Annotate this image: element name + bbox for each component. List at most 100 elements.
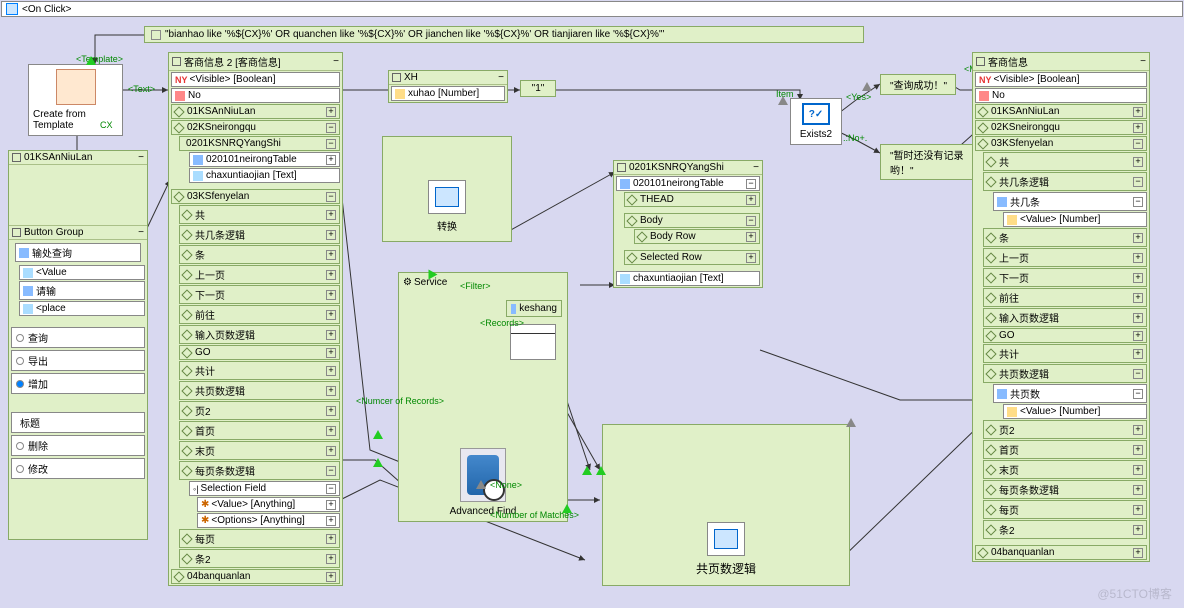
gyeshu-box[interactable]: 共页数逻辑 [602, 424, 850, 586]
tri-6 [582, 466, 592, 475]
ys-chaxun[interactable]: chaxuntiaojian [Text] [616, 271, 760, 286]
pr-fenye[interactable]: 03KSfenyelan− [975, 136, 1147, 151]
p2-table[interactable]: 020101neirongTable+ [189, 152, 340, 167]
p2-i4[interactable]: 下一页+ [179, 285, 340, 304]
pr-r5[interactable]: GO+ [983, 328, 1147, 343]
port-cx: CX [100, 120, 113, 130]
tri-9 [778, 96, 788, 105]
p2-i7[interactable]: GO+ [179, 345, 340, 360]
p2-i10[interactable]: 页2+ [179, 401, 340, 420]
p2-selopt[interactable]: ✱<Options> [Anything]+ [197, 513, 340, 528]
port-tri [86, 56, 96, 65]
pr-ksnei[interactable]: 02KSneirongqu+ [975, 120, 1147, 135]
xh-one: "1" [520, 80, 556, 97]
port-filter: <Filter> [460, 281, 491, 291]
p2-header: 客商信息 2 [客商信息]− [169, 53, 342, 71]
tri-1 [429, 270, 438, 280]
zhuanhuan-box[interactable]: 转换 [382, 136, 512, 242]
formula-text: "bianhao like '%${CX}%' OR quanchen like… [165, 29, 664, 40]
tri-5 [562, 504, 572, 513]
p2-ksan[interactable]: 01KSAnNiuLan+ [171, 104, 340, 119]
exists2-node[interactable]: ?✓ Exists2 [790, 98, 842, 145]
pr-gjt-val[interactable]: <Value> [Number] [1003, 212, 1147, 227]
pr-r1[interactable]: 上一页+ [983, 248, 1147, 267]
p2-t0[interactable]: 每页+ [179, 529, 340, 548]
pr-gys-logic[interactable]: 共页数逻辑− [983, 364, 1147, 383]
p2-i13[interactable]: 每页条数逻辑− [179, 461, 340, 480]
p2-i2[interactable]: 条+ [179, 245, 340, 264]
button-group-panel: 01KSAnNiuLan− Button Group− 输处查询 <Value … [8, 150, 148, 540]
watermark: @51CTO博客 [1097, 585, 1172, 602]
port-numrec: <Numcer of Records> [356, 396, 444, 406]
pr-visible[interactable]: NY<Visible> [Boolean] [975, 72, 1147, 87]
pr-r2[interactable]: 下一页+ [983, 268, 1147, 287]
pr-s3[interactable]: 每页条数逻辑+ [983, 480, 1147, 499]
msg-success: "查询成功！" [880, 74, 956, 95]
p2-i1[interactable]: 共几条逻辑+ [179, 225, 340, 244]
pr-s2[interactable]: 末页+ [983, 460, 1147, 479]
pr-no[interactable]: No [975, 88, 1147, 103]
p2-i9[interactable]: 共页数逻辑+ [179, 381, 340, 400]
bg-section: Button Group− [9, 225, 147, 240]
exists2-label: Exists2 [800, 129, 832, 140]
bg-sub-2[interactable]: <place [19, 301, 145, 316]
tri-8 [846, 418, 856, 427]
p2-visible[interactable]: NY<Visible> [Boolean] [171, 72, 340, 87]
pr-ksan[interactable]: 01KSAnNiuLan+ [975, 104, 1147, 119]
bg-sub-1[interactable]: 请输 [19, 281, 145, 300]
pr-gjt-logic[interactable]: 共几条逻辑− [983, 172, 1147, 191]
pr-ban[interactable]: 04banquanlan+ [975, 545, 1147, 560]
pr-s1[interactable]: 首页+ [983, 440, 1147, 459]
window-title: <On Click> [22, 4, 71, 15]
p2-i0[interactable]: 共+ [179, 205, 340, 224]
pr-r6[interactable]: 共计+ [983, 344, 1147, 363]
p2-fenye[interactable]: 03KSfenyelan− [171, 189, 340, 204]
p2-i8[interactable]: 共计+ [179, 361, 340, 380]
pr-s0[interactable]: 页2+ [983, 420, 1147, 439]
bg-sub-0[interactable]: <Value [19, 265, 145, 280]
p2-ban[interactable]: 04banquanlan+ [171, 569, 340, 584]
bg-foot-1[interactable]: 删除 [11, 435, 145, 456]
ys-bodyrow[interactable]: Body Row+ [634, 229, 760, 244]
p2-i12[interactable]: 末页+ [179, 441, 340, 460]
pr-gong[interactable]: 共+ [983, 152, 1147, 171]
bg-foot-2[interactable]: 修改 [11, 458, 145, 479]
xh-title: XH [404, 72, 418, 83]
p2-selfield[interactable]: ◦|Selection Field− [189, 481, 340, 496]
pr-gys-val[interactable]: <Value> [Number] [1003, 404, 1147, 419]
p2-yangshi[interactable]: 0201KSNRQYangShi− [179, 136, 340, 151]
tri-3 [373, 458, 383, 467]
p2-selval[interactable]: ✱<Value> [Anything]+ [197, 497, 340, 512]
p2-chaxun[interactable]: chaxuntiaojian [Text] [189, 168, 340, 183]
p2-i11[interactable]: 首页+ [179, 421, 340, 440]
p2-t1[interactable]: 条2+ [179, 549, 340, 568]
bg-shucha[interactable]: 输处查询 [15, 243, 141, 262]
gyeshu-icon [714, 529, 738, 549]
p2-i5[interactable]: 前往+ [179, 305, 340, 324]
event-icon [6, 3, 18, 15]
p2-no[interactable]: No [171, 88, 340, 103]
bg-radio-0[interactable]: 查询 [11, 327, 145, 348]
pr-gys[interactable]: 共页数− [993, 384, 1147, 403]
pr-r3[interactable]: 前往+ [983, 288, 1147, 307]
window-title-bar: <On Click> [1, 1, 1183, 17]
bg-radio-1[interactable]: 导出 [11, 350, 145, 371]
ys-body[interactable]: Body− [624, 213, 760, 228]
bg-foot-0[interactable]: 标题 [11, 412, 145, 433]
zhuanhuan-label: 转换 [437, 218, 457, 233]
keshang-box: keshang [506, 300, 562, 317]
pr-r0[interactable]: 条+ [983, 228, 1147, 247]
ys-table[interactable]: 020101neirongTable− [616, 176, 760, 191]
p2-ksnei[interactable]: 02KSneirongqu− [171, 120, 340, 135]
bg-radio-2[interactable]: 增加 [11, 373, 145, 394]
p2-i3[interactable]: 上一页+ [179, 265, 340, 284]
p2-i6[interactable]: 输入页数逻辑+ [179, 325, 340, 344]
xh-val[interactable]: xuhao [Number] [391, 86, 505, 101]
pr-r4[interactable]: 输入页数逻辑+ [983, 308, 1147, 327]
pr-s5[interactable]: 条2+ [983, 520, 1147, 539]
ys-selrow[interactable]: Selected Row+ [624, 250, 760, 265]
port-none: <None> [490, 480, 522, 490]
pr-gjt[interactable]: 共几条− [993, 192, 1147, 211]
ys-thead[interactable]: THEAD+ [624, 192, 760, 207]
pr-s4[interactable]: 每页+ [983, 500, 1147, 519]
